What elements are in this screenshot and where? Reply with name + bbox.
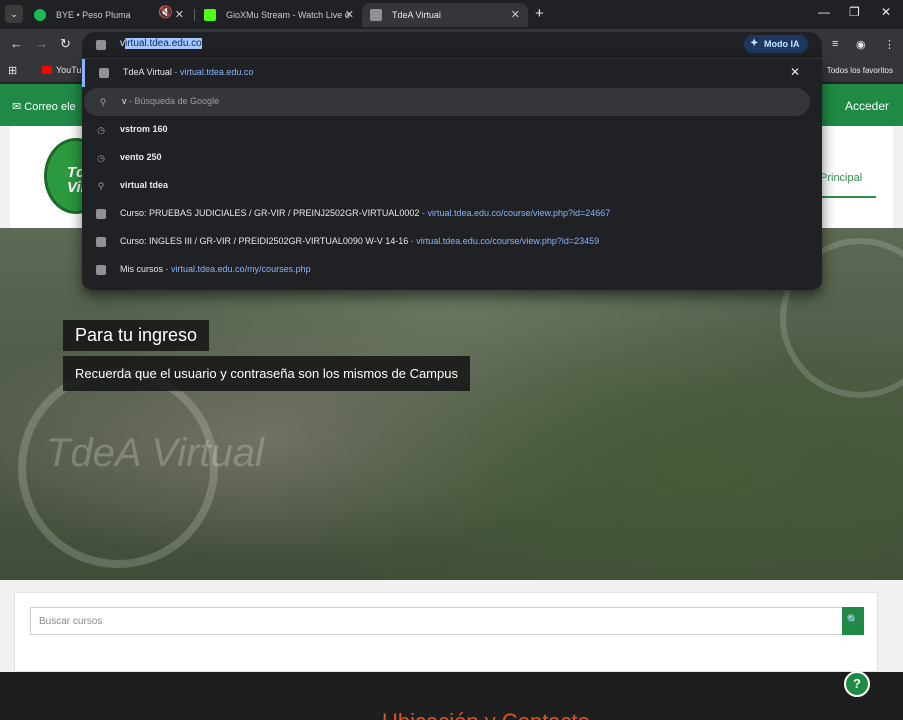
new-tab-icon[interactable]: + — [535, 5, 544, 22]
site-favicon-icon — [96, 237, 106, 247]
tab-gioxmu[interactable]: GioXMu Stream - Watch Live o ✕ — [196, 3, 362, 27]
search-icon: ⚲ — [99, 97, 107, 107]
tab-strip: ⌄ BYE • Peso Pluma ✕ GioXMu Stream - Wat… — [0, 0, 903, 29]
footer-heading: Ubicación y Contacto — [382, 709, 590, 720]
suggestion-item[interactable]: ◷ vstrom 160 — [82, 116, 822, 144]
maximize-icon[interactable]: ❐ — [849, 5, 860, 19]
spotify-icon — [34, 9, 46, 21]
site-favicon-icon — [96, 209, 106, 219]
suggestion-item[interactable]: ⚲ virtual tdea — [82, 172, 822, 200]
search-icon[interactable]: 🔍 — [842, 607, 864, 635]
suggestion-item[interactable]: Curso: INGLES III / GR-VIR / PREIDI2502G… — [82, 228, 822, 256]
suggestion-item[interactable]: TdeA Virtual - virtual.tdea.edu.co ✕ — [82, 59, 822, 87]
tab-title: GioXMu Stream - Watch Live o — [226, 10, 350, 20]
close-icon[interactable]: ✕ — [511, 3, 520, 27]
site-info-icon[interactable] — [96, 40, 106, 50]
tab-search-icon[interactable]: ⌄ — [5, 5, 23, 23]
address-text[interactable]: virtual.tdea.edu.co — [120, 38, 202, 49]
minimize-icon[interactable]: — — [818, 5, 830, 19]
address-bar[interactable]: virtual.tdea.edu.co — [82, 32, 822, 58]
suggestion-item[interactable]: ⚲ v - Búsqueda de Google — [84, 88, 810, 116]
nav-principal[interactable]: Principal — [820, 172, 862, 184]
suggestion-item[interactable]: Curso: PRUEBAS JUDICIALES / GR-VIR / PRE… — [82, 200, 822, 228]
site-favicon-icon — [96, 265, 106, 275]
close-icon[interactable]: ✕ — [345, 3, 354, 27]
hero-title: Para tu ingreso — [63, 320, 210, 351]
media-controls-icon[interactable]: ≡ — [832, 38, 838, 50]
modo-ia-label: Modo IA — [764, 39, 800, 49]
back-icon[interactable]: ← — [10, 36, 23, 51]
reload-icon[interactable]: ↻ — [60, 36, 71, 52]
history-icon: ◷ — [97, 125, 105, 135]
hero-subtitle: Recuerda que el usuario y contraseña son… — [63, 356, 470, 391]
menu-icon[interactable]: ⋮ — [884, 38, 895, 51]
omnibox-dropdown: TdeA Virtual - virtual.tdea.edu.co ✕ ⚲ v… — [82, 59, 822, 290]
site-favicon-icon — [370, 9, 382, 21]
youtube-icon — [42, 66, 52, 74]
mute-icon[interactable]: 🔇 — [158, 5, 173, 19]
tab-tdea-virtual[interactable]: TdeA Virtual ✕ — [362, 3, 528, 27]
history-icon: ◷ — [97, 153, 105, 163]
apps-grid-icon[interactable]: ⊞ — [8, 64, 17, 77]
email-link[interactable]: ✉ Correo ele — [12, 100, 76, 113]
remove-suggestion-icon[interactable]: ✕ — [790, 65, 800, 79]
tab-title: TdeA Virtual — [392, 10, 441, 20]
kick-icon — [204, 9, 216, 21]
help-button[interactable]: ? — [844, 671, 870, 697]
tab-divider — [194, 9, 195, 21]
suggestion-item[interactable]: ◷ vento 250 — [82, 144, 822, 172]
ai-search-icon: ✦ — [750, 38, 759, 49]
course-search: 🔍 — [14, 592, 878, 672]
all-bookmarks[interactable]: Todos los favoritos — [827, 66, 893, 75]
window-close-icon[interactable]: ✕ — [881, 5, 891, 19]
site-favicon-icon — [99, 68, 109, 78]
close-icon[interactable]: ✕ — [175, 3, 184, 27]
hero-watermark: TdeA Virtual — [46, 431, 264, 475]
search-icon: ⚲ — [97, 181, 105, 191]
login-button[interactable]: Acceder — [845, 99, 889, 113]
tab-title: BYE • Peso Pluma — [56, 10, 131, 20]
forward-icon[interactable]: → — [35, 36, 48, 51]
browser-toolbar: ← → ↻ virtual.tdea.edu.co ✦ Modo IA ≡ ◉ … — [0, 29, 903, 59]
bookmark-youtube[interactable]: YouTu — [42, 65, 81, 75]
suggestion-item[interactable]: Mis cursos - virtual.tdea.edu.co/my/cour… — [82, 256, 822, 284]
modo-ia-button[interactable]: ✦ Modo IA — [744, 35, 808, 53]
profile-avatar-icon[interactable]: ◉ — [856, 38, 866, 51]
search-courses-input[interactable] — [30, 607, 842, 635]
